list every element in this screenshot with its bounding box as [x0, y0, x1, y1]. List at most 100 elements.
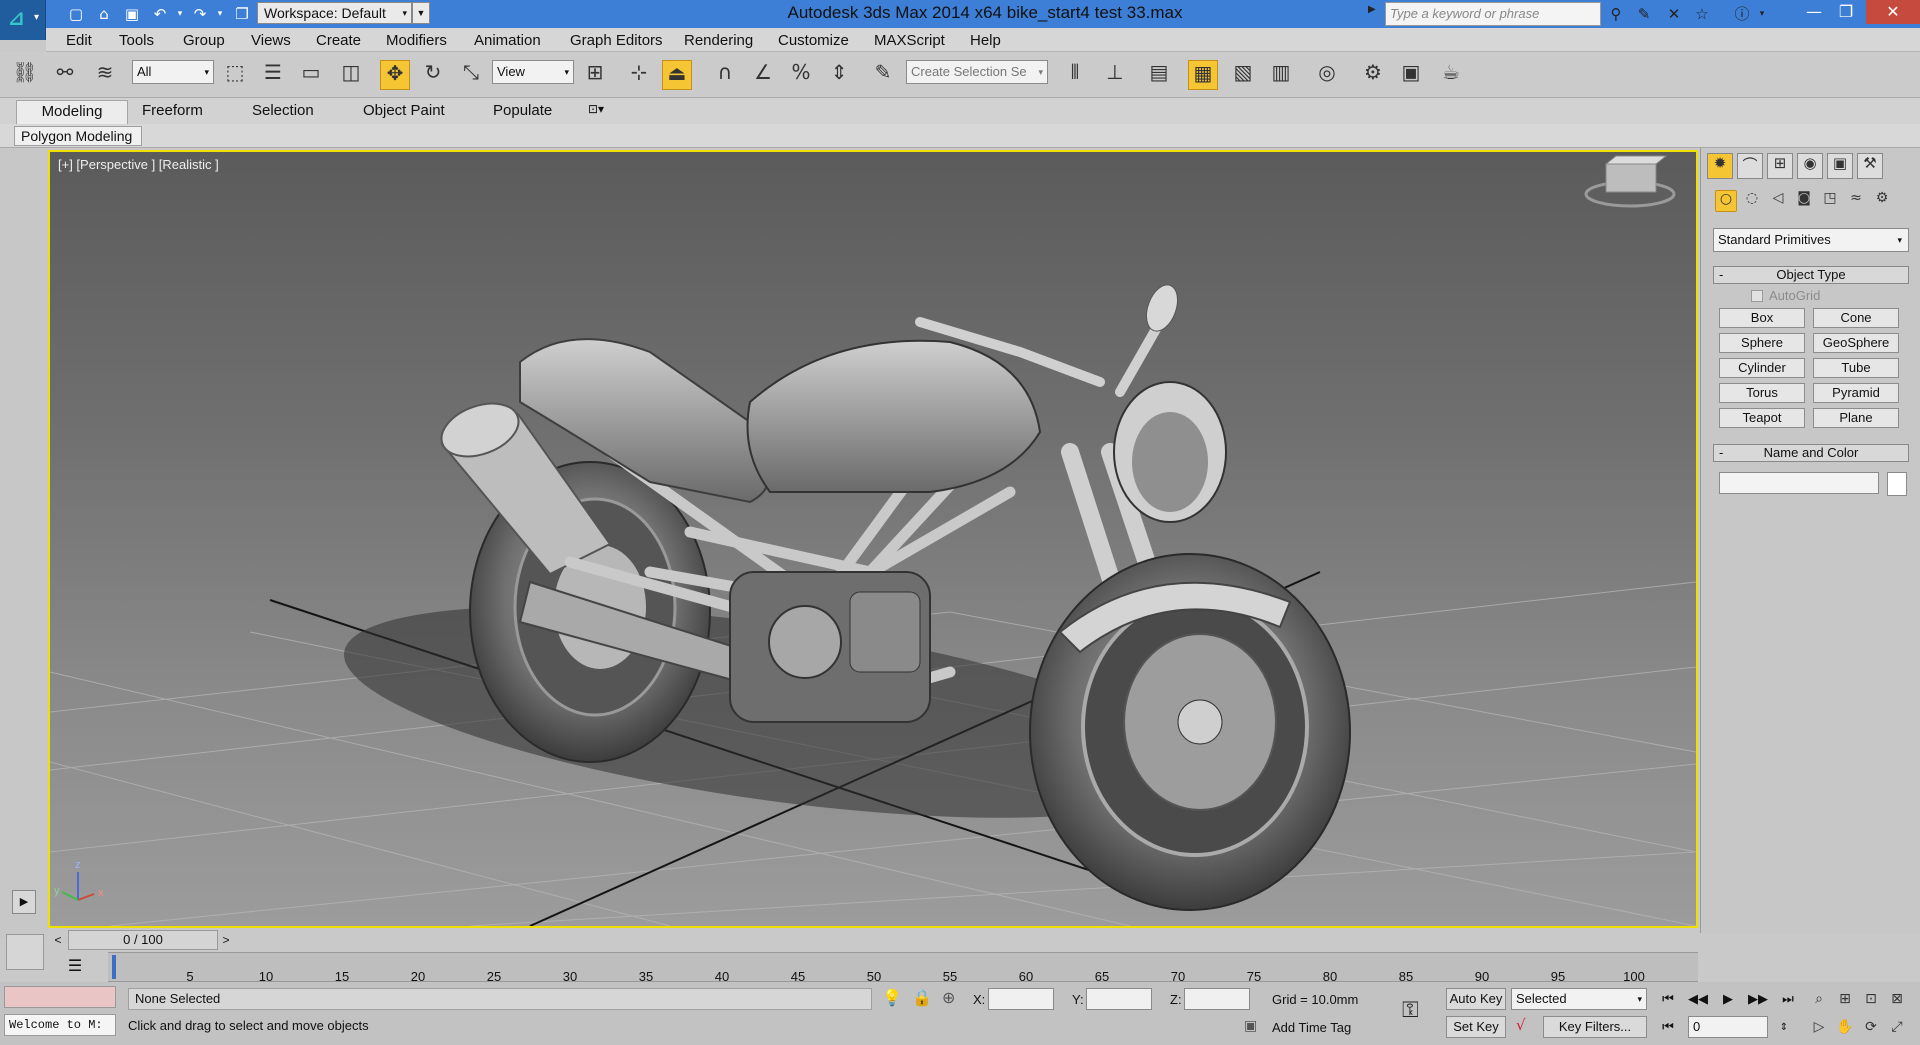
cone-button[interactable]: Cone: [1813, 308, 1899, 328]
close-icon[interactable]: ✕: [1866, 0, 1920, 24]
workspace-menu-button[interactable]: ▼: [412, 2, 430, 24]
maxscript-listener-output[interactable]: Welcome to M:: [4, 1014, 116, 1036]
new-file-icon[interactable]: ▢: [66, 4, 86, 24]
reference-coordinate-select[interactable]: View ▾: [492, 60, 574, 84]
menu-group[interactable]: Group: [183, 32, 225, 49]
search-expand-icon[interactable]: ▶: [1368, 4, 1376, 15]
zoom-icon[interactable]: ⌕: [1808, 988, 1830, 1010]
spinner-snap-icon[interactable]: ⇕: [824, 60, 854, 90]
communication-icon[interactable]: ✕: [1664, 4, 1684, 24]
viewcube[interactable]: [1584, 155, 1676, 208]
box-button[interactable]: Box: [1719, 308, 1805, 328]
default-in-out-tangent-icon[interactable]: √: [1516, 1016, 1526, 1034]
layer-manager-icon[interactable]: ▦: [1188, 60, 1218, 90]
space-warps-icon[interactable]: ≈: [1845, 190, 1867, 212]
save-icon[interactable]: ▣: [122, 4, 142, 24]
helpers-icon[interactable]: ◳: [1819, 190, 1841, 212]
open-file-icon[interactable]: ⌂: [94, 4, 114, 24]
torus-button[interactable]: Torus: [1719, 383, 1805, 403]
y-coordinate-input[interactable]: [1086, 988, 1152, 1010]
binoculars-icon[interactable]: ⚲: [1606, 4, 1626, 24]
key-mode-toggle-icon[interactable]: ⏮: [1656, 1018, 1680, 1038]
snaps-toggle-icon[interactable]: ∩: [710, 60, 740, 90]
tab-selection[interactable]: Selection: [252, 102, 314, 119]
plane-button[interactable]: Plane: [1813, 408, 1899, 428]
window-crossing-icon[interactable]: ◫: [336, 60, 366, 90]
shapes-icon[interactable]: ◌: [1741, 190, 1763, 212]
undo-dropdown-icon[interactable]: ▾: [170, 4, 190, 24]
object-name-input[interactable]: [1719, 472, 1879, 494]
undo-icon[interactable]: ↶: [150, 4, 170, 24]
selection-filter-select[interactable]: All ▾: [132, 60, 214, 84]
render-production-icon[interactable]: ☕: [1436, 60, 1466, 90]
tab-modeling[interactable]: Modeling: [16, 100, 128, 124]
time-tag-icon[interactable]: ▣: [1244, 1018, 1257, 1034]
go-to-start-icon[interactable]: ⏮: [1656, 990, 1680, 1010]
graphite-toggle-icon[interactable]: ▧: [1228, 60, 1258, 90]
perspective-viewport[interactable]: [+] [Perspective ] [Realistic ] z x y: [48, 150, 1698, 928]
selection-lock-icon[interactable]: 🔒: [912, 988, 932, 1007]
menu-views[interactable]: Views: [251, 32, 291, 49]
scene-explorer-icon[interactable]: ▤: [1144, 60, 1174, 90]
frame-spinner-icon[interactable]: ⇕: [1772, 1018, 1796, 1038]
pyramid-button[interactable]: Pyramid: [1813, 383, 1899, 403]
zoom-all-icon[interactable]: ⊞: [1834, 988, 1856, 1010]
geometry-icon[interactable]: ○: [1715, 190, 1737, 212]
go-to-end-icon[interactable]: ⏭: [1776, 990, 1800, 1010]
menu-tools[interactable]: Tools: [119, 32, 154, 49]
z-coordinate-input[interactable]: [1184, 988, 1250, 1010]
set-key-button[interactable]: Set Key: [1446, 1016, 1506, 1038]
add-time-tag-button[interactable]: Add Time Tag: [1272, 1020, 1351, 1035]
auto-key-button[interactable]: Auto Key: [1446, 988, 1506, 1010]
time-slider[interactable]: 0 / 100: [68, 930, 218, 950]
keyboard-shortcut-override-icon[interactable]: ⏏: [662, 60, 692, 90]
redo-dropdown-icon[interactable]: ▾: [210, 4, 230, 24]
search-input[interactable]: Type a keyword or phrase: [1385, 2, 1601, 26]
curve-editor-icon[interactable]: ▥: [1266, 60, 1296, 90]
percent-snap-icon[interactable]: %: [786, 60, 816, 90]
cameras-icon[interactable]: ◙: [1793, 190, 1815, 212]
key-filters-button[interactable]: Key Filters...: [1543, 1016, 1647, 1038]
help-dropdown-icon[interactable]: ▾: [1752, 4, 1772, 24]
field-of-view-icon[interactable]: ▷: [1808, 1016, 1830, 1038]
create-tab-icon[interactable]: ✹: [1707, 153, 1733, 179]
object-color-swatch[interactable]: [1887, 472, 1907, 496]
redo-icon[interactable]: ↷: [190, 4, 210, 24]
tab-populate[interactable]: Populate: [493, 102, 552, 119]
select-manipulate-icon[interactable]: ⊹: [624, 60, 654, 90]
next-frame-icon[interactable]: ▶▶: [1746, 990, 1770, 1010]
object-category-select[interactable]: Standard Primitives ▾: [1713, 228, 1909, 252]
hierarchy-tab-icon[interactable]: ⊞: [1767, 153, 1793, 179]
isolate-selection-icon[interactable]: 💡: [882, 988, 902, 1007]
autogrid-checkbox[interactable]: AutoGrid: [1751, 288, 1820, 303]
menu-rendering[interactable]: Rendering: [684, 32, 753, 49]
menu-modifiers[interactable]: Modifiers: [386, 32, 447, 49]
menu-customize[interactable]: Customize: [778, 32, 849, 49]
tab-freeform[interactable]: Freeform: [142, 102, 203, 119]
name-and-color-rollout[interactable]: - Name and Color: [1713, 444, 1909, 462]
teapot-button[interactable]: Teapot: [1719, 408, 1805, 428]
object-type-rollout[interactable]: - Object Type: [1713, 266, 1909, 284]
help-icon[interactable]: ⓘ: [1732, 4, 1752, 24]
sphere-button[interactable]: Sphere: [1719, 333, 1805, 353]
lights-icon[interactable]: ◁: [1767, 190, 1789, 212]
geosphere-button[interactable]: GeoSphere: [1813, 333, 1899, 353]
named-selection-set-select[interactable]: Create Selection Se ▾: [906, 60, 1048, 84]
systems-icon[interactable]: ⚙: [1871, 190, 1893, 212]
bind-to-space-warp-icon[interactable]: ≋: [90, 60, 120, 90]
current-frame-input[interactable]: 0: [1688, 1016, 1768, 1038]
align-icon[interactable]: ⊥: [1100, 60, 1130, 90]
display-tab-icon[interactable]: ▣: [1827, 153, 1853, 179]
material-editor-icon[interactable]: ◎: [1312, 60, 1342, 90]
render-setup-icon[interactable]: ⚙: [1358, 60, 1388, 90]
x-coordinate-input[interactable]: [988, 988, 1054, 1010]
tab-object-paint[interactable]: Object Paint: [363, 102, 445, 119]
select-and-move-icon[interactable]: ✥: [380, 60, 410, 90]
workspace-select[interactable]: Workspace: Default ▾: [257, 2, 412, 24]
play-icon[interactable]: ▶: [1716, 990, 1740, 1010]
favorites-star-icon[interactable]: ☆: [1692, 4, 1712, 24]
trackbar-toggle-icon[interactable]: ☰: [60, 956, 90, 978]
menu-create[interactable]: Create: [316, 32, 361, 49]
zoom-extents-all-icon[interactable]: ⊠: [1886, 988, 1908, 1010]
polygon-modeling-panel[interactable]: Polygon Modeling: [14, 126, 142, 146]
